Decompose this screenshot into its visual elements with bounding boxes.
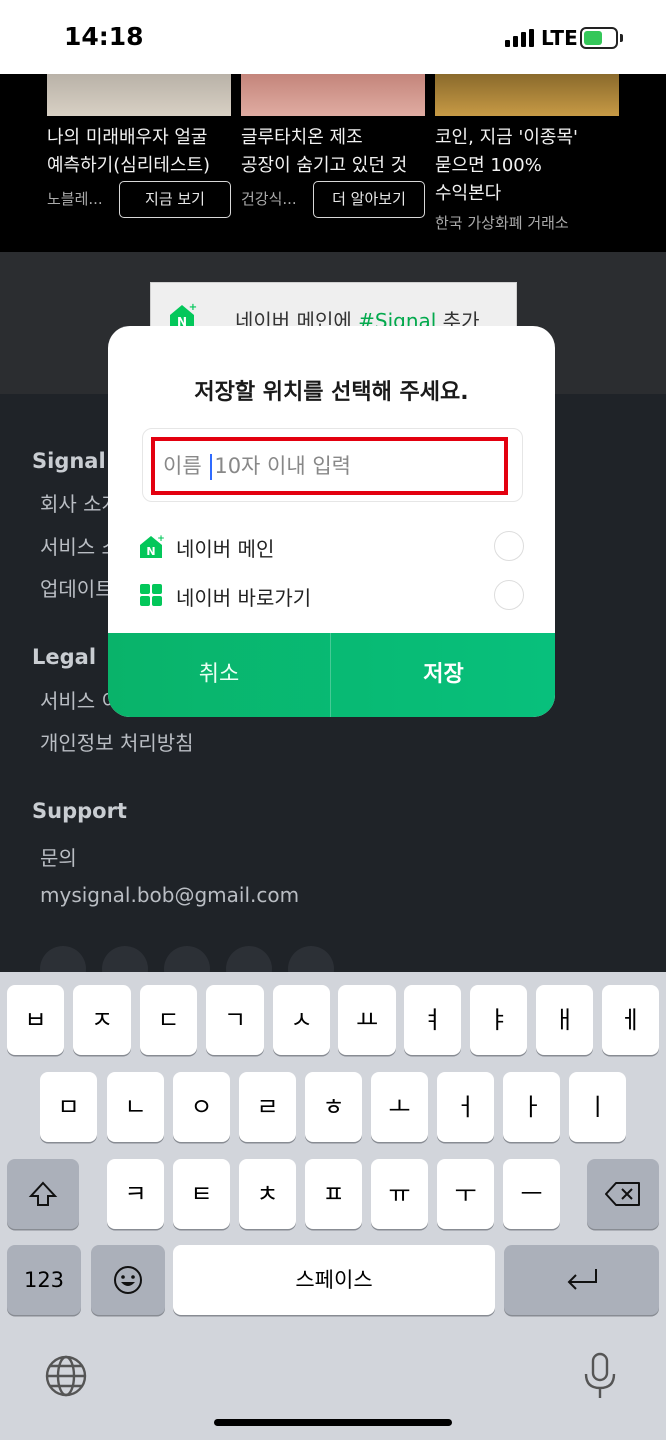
ad-title[interactable]: 코인, 지금 '이종목' 묻으면 100% 수익본다: [435, 124, 619, 208]
backspace-icon: [605, 1182, 640, 1206]
emoji-key[interactable]: [91, 1245, 165, 1315]
key[interactable]: ㅔ: [602, 985, 659, 1055]
footer-signal-title: Signal: [32, 449, 106, 473]
network-type: LTE: [541, 26, 578, 50]
key[interactable]: ㅑ: [470, 985, 527, 1055]
key[interactable]: ㅡ: [503, 1159, 560, 1229]
text-cursor: [210, 454, 213, 480]
dialog-button-bar: 취소 저장: [108, 633, 555, 717]
key[interactable]: ㅏ: [503, 1072, 560, 1142]
cancel-button[interactable]: 취소: [108, 633, 331, 717]
ad-image[interactable]: [435, 74, 619, 116]
ad-source: 노블레...: [47, 190, 103, 208]
footer-support-title: Support: [32, 799, 127, 823]
key[interactable]: ㅅ: [273, 985, 330, 1055]
option-naver-shortcut[interactable]: 네이버 바로가기: [138, 576, 524, 616]
footer-link[interactable]: 문의: [40, 842, 77, 871]
key[interactable]: ㅐ: [536, 985, 593, 1055]
key[interactable]: ㅍ: [305, 1159, 362, 1229]
footer-link[interactable]: 업데이트: [40, 573, 114, 602]
input-placeholder-prefix: 이름: [163, 454, 202, 478]
key[interactable]: ㄷ: [140, 985, 197, 1055]
battery-icon: [580, 27, 618, 49]
naver-main-icon: N +: [140, 534, 164, 558]
key[interactable]: ㅣ: [569, 1072, 626, 1142]
svg-text:+: +: [157, 534, 164, 544]
status-bar: 14:18 LTE: [0, 0, 666, 74]
ad-image[interactable]: [241, 74, 425, 116]
input-placeholder: 10자 이내 입력: [214, 454, 351, 478]
radio-button[interactable]: [494, 580, 524, 610]
save-location-dialog: 저장할 위치를 선택해 주세요. 이름 10자 이내 입력 N + 네이버 메인…: [108, 326, 555, 717]
key[interactable]: ㅋ: [107, 1159, 164, 1229]
svg-text:N: N: [146, 545, 155, 558]
key[interactable]: ㅁ: [40, 1072, 97, 1142]
ad-strip: 나의 미래배우자 얼굴 예측하기(심리테스트) 노블레... 지금 보기 글루타…: [0, 74, 666, 252]
dialog-title: 저장할 위치를 선택해 주세요.: [194, 380, 469, 405]
ad-source: 한국 가상화폐 거래소: [435, 214, 569, 232]
numbers-key[interactable]: 123: [7, 1245, 81, 1315]
key[interactable]: ㅇ: [173, 1072, 230, 1142]
ad-card[interactable]: 나의 미래배우자 얼굴 예측하기(심리테스트) 노블레... 지금 보기: [47, 74, 231, 244]
ad-source: 건강식...: [241, 190, 297, 208]
key[interactable]: ㅗ: [371, 1072, 428, 1142]
save-button[interactable]: 저장: [332, 633, 555, 717]
microphone-icon[interactable]: [582, 1352, 618, 1400]
space-key[interactable]: 스페이스: [173, 1245, 495, 1315]
naver-shortcut-icon: [140, 584, 162, 606]
key[interactable]: ㅎ: [305, 1072, 362, 1142]
ad-card[interactable]: 글루타치온 제조 공장이 숨기고 있던 것 건강식... 더 알아보기: [241, 74, 425, 244]
globe-icon[interactable]: [44, 1354, 88, 1398]
ad-cta-button[interactable]: 더 알아보기: [313, 181, 425, 218]
cellular-signal-icon: [505, 29, 535, 47]
name-input-container: 이름 10자 이내 입력: [142, 428, 523, 502]
emoji-icon: [114, 1266, 142, 1294]
key[interactable]: ㅊ: [239, 1159, 296, 1229]
return-icon: [567, 1269, 597, 1290]
key[interactable]: ㅕ: [404, 985, 461, 1055]
shift-key[interactable]: [7, 1159, 79, 1229]
key[interactable]: ㅓ: [437, 1072, 494, 1142]
name-input[interactable]: 이름 10자 이내 입력: [151, 437, 508, 495]
home-indicator: [214, 1419, 452, 1426]
ad-title[interactable]: 나의 미래배우자 얼굴 예측하기(심리테스트): [47, 124, 231, 180]
footer-email-link[interactable]: mysignal.bob@gmail.com: [40, 883, 299, 907]
key[interactable]: ㄱ: [206, 985, 264, 1055]
ad-title[interactable]: 글루타치온 제조 공장이 숨기고 있던 것: [241, 124, 425, 180]
key[interactable]: ㅂ: [7, 985, 64, 1055]
ad-cta-button[interactable]: 지금 보기: [119, 181, 231, 218]
footer-legal-title: Legal: [32, 645, 97, 669]
backspace-key[interactable]: [587, 1159, 659, 1229]
shift-icon: [28, 1181, 58, 1206]
radio-button[interactable]: [494, 531, 524, 561]
key[interactable]: ㅈ: [73, 985, 131, 1055]
option-naver-main[interactable]: N + 네이버 메인: [138, 527, 524, 567]
key[interactable]: ㅌ: [173, 1159, 230, 1229]
svg-text:+: +: [189, 302, 197, 313]
status-time: 14:18: [64, 22, 144, 51]
key[interactable]: ㄴ: [107, 1072, 164, 1142]
ad-card[interactable]: 코인, 지금 '이종목' 묻으면 100% 수익본다 한국 가상화폐 거래소: [435, 74, 619, 244]
key[interactable]: ㄹ: [239, 1072, 296, 1142]
key[interactable]: ㅛ: [338, 985, 396, 1055]
return-key[interactable]: [504, 1245, 659, 1315]
key[interactable]: ㅜ: [437, 1159, 494, 1229]
social-links: [40, 946, 340, 992]
option-label: 네이버 바로가기: [176, 586, 312, 610]
option-label: 네이버 메인: [176, 537, 275, 561]
footer-link[interactable]: 개인정보 처리방침: [40, 727, 194, 756]
ad-image[interactable]: [47, 74, 231, 116]
key[interactable]: ㅠ: [371, 1159, 428, 1229]
